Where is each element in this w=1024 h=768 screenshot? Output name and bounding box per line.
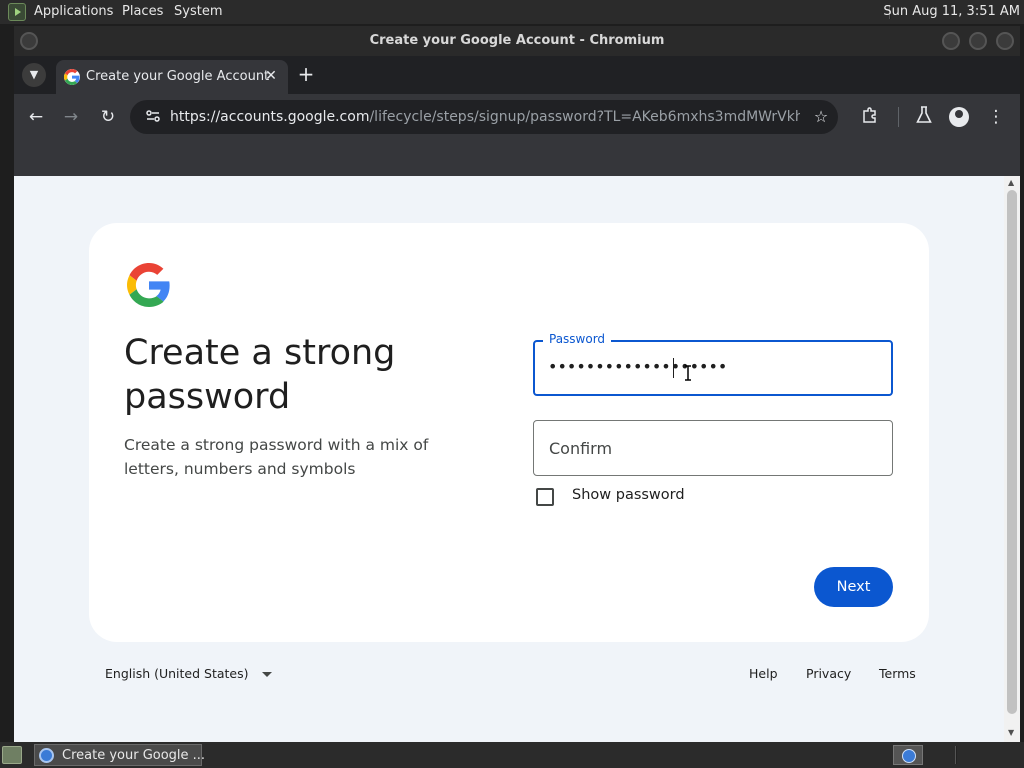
system-top-panel: Applications Places System Sun Aug 11, 3… — [0, 0, 1024, 24]
show-desktop-icon[interactable] — [2, 746, 22, 764]
labs-flask-icon[interactable] — [913, 106, 935, 128]
site-info-tune-icon[interactable] — [144, 108, 162, 126]
bookmark-star-icon[interactable]: ☆ — [810, 106, 832, 128]
google-logo-icon — [127, 263, 170, 307]
vertical-scrollbar[interactable]: ▲ ▼ — [1004, 176, 1020, 742]
confirm-password-field[interactable]: Confirm — [533, 420, 893, 476]
password-label: Password — [543, 332, 612, 346]
next-button[interactable]: Next — [814, 567, 893, 607]
language-dropdown-caret-icon[interactable] — [262, 672, 272, 677]
password-field[interactable]: Password ••••••••••••••••••• — [533, 332, 893, 396]
confirm-label: Confirm — [549, 439, 613, 458]
workspace-switcher-icon[interactable] — [893, 745, 923, 765]
url-host: https://accounts.google.com — [170, 109, 370, 125]
window-titlebar[interactable]: Create your Google Account - Chromium — [14, 26, 1020, 56]
tab-search-chevron-icon[interactable]: ▼ — [22, 63, 46, 87]
menu-applications[interactable]: Applications — [34, 4, 113, 19]
taskbar-separator — [955, 746, 957, 764]
ibeam-cursor-icon — [685, 365, 691, 381]
maximize-button[interactable] — [969, 32, 987, 50]
panel-clock[interactable]: Sun Aug 11, 3:51 AM — [883, 4, 1020, 19]
google-favicon-icon — [64, 69, 80, 85]
signup-card: Create a strong password Create a strong… — [89, 223, 929, 642]
page-viewport: Create a strong password Create a strong… — [14, 176, 1004, 742]
toolbar-separator — [898, 107, 899, 127]
extensions-puzzle-icon[interactable] — [859, 106, 881, 128]
window-menu-button[interactable] — [20, 32, 38, 50]
url-text[interactable]: https://accounts.google.com/lifecycle/st… — [170, 109, 800, 125]
menu-system[interactable]: System — [174, 4, 222, 19]
chromium-icon — [39, 748, 54, 763]
tab-create-google-account[interactable]: Create your Google Account ✕ — [56, 60, 288, 94]
applications-logo-icon[interactable] — [8, 3, 26, 21]
address-bar[interactable]: https://accounts.google.com/lifecycle/st… — [130, 100, 838, 134]
taskbar-window-button[interactable]: Create your Google ... — [34, 744, 206, 766]
footer-privacy-link[interactable]: Privacy — [806, 666, 851, 681]
minimize-button[interactable] — [942, 32, 960, 50]
scroll-thumb[interactable] — [1007, 190, 1017, 714]
taskbar-window-label: Create your Google ... — [62, 748, 206, 763]
new-tab-plus-icon[interactable]: + — [296, 64, 316, 84]
tab-close-icon[interactable]: ✕ — [262, 67, 280, 85]
page-heading: Create a strong password — [124, 333, 396, 417]
scroll-up-arrow-icon[interactable]: ▲ — [1008, 178, 1014, 187]
show-password-checkbox[interactable] — [536, 488, 554, 506]
footer-help-link[interactable]: Help — [749, 666, 778, 681]
url-path: /lifecycle/steps/signup/password?TL=AKeb… — [369, 109, 800, 125]
back-arrow-icon[interactable]: ← — [25, 106, 47, 128]
close-window-button[interactable] — [996, 32, 1014, 50]
tab-title: Create your Google Account — [86, 69, 270, 84]
toolbar-band — [14, 140, 1020, 176]
bottom-taskbar: Create your Google ... — [0, 742, 1024, 768]
scroll-down-arrow-icon[interactable]: ▼ — [1008, 728, 1014, 737]
show-password-label[interactable]: Show password — [572, 487, 685, 503]
footer-terms-link[interactable]: Terms — [879, 666, 916, 681]
reload-icon[interactable]: ↻ — [97, 106, 119, 128]
page-subtext: Create a strong password with a mix of l… — [124, 436, 429, 478]
password-value[interactable]: ••••••••••••••••••• — [548, 357, 727, 376]
more-menu-icon[interactable]: ⋮ — [985, 106, 1007, 128]
tab-strip: ▼ Create your Google Account ✕ + — [14, 56, 1020, 94]
language-selector[interactable]: English (United States) — [105, 666, 249, 681]
forward-arrow-icon[interactable]: → — [60, 106, 82, 128]
browser-toolbar: ← → ↻ https://accounts.google.com/lifecy… — [14, 94, 1020, 140]
text-caret — [673, 358, 674, 378]
menu-places[interactable]: Places — [122, 4, 163, 19]
window-title: Create your Google Account - Chromium — [369, 33, 665, 48]
profile-avatar-icon[interactable] — [949, 107, 969, 127]
